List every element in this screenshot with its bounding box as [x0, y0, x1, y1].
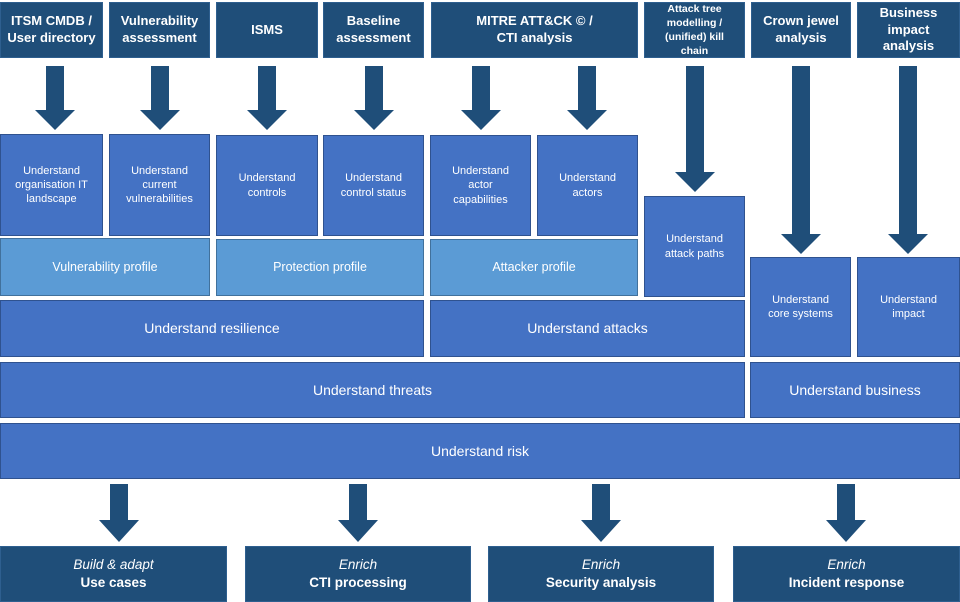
box-label: Understand risk [430, 442, 530, 459]
arrow-down-icon [99, 484, 139, 542]
understand-attack-paths: Understand attack paths [644, 196, 745, 297]
understand-impact: Understand impact [857, 257, 960, 357]
protection-profile: Protection profile [216, 239, 424, 296]
understand-attacks: Understand attacks [430, 300, 745, 357]
box-label: Understand actor capabilities [452, 165, 509, 206]
source-label: ISMS [251, 21, 283, 37]
output-label: Security analysis [545, 575, 657, 590]
understand-it-landscape: Understand organisation IT landscape [0, 134, 103, 236]
source-label: Baseline assessment [336, 13, 411, 45]
arrow-down-icon [338, 484, 378, 542]
box-label: Understand impact [880, 293, 937, 320]
source-label: MITRE ATT&CK © / CTI analysis [476, 13, 593, 45]
box-label: Understand resilience [144, 320, 280, 337]
box-label: Understand threats [312, 381, 433, 398]
arrow-down-icon [781, 66, 821, 254]
output-verb: Enrich [581, 557, 621, 573]
understand-core-systems: Understand core systems [750, 257, 851, 357]
arrow-down-icon [888, 66, 928, 254]
output-use-cases: Build & adapt Use cases [0, 546, 227, 602]
output-security-analysis: Enrich Security analysis [488, 546, 714, 602]
arrow-down-icon [140, 66, 180, 130]
box-label: Understand actors [559, 172, 616, 199]
source-label: Attack tree modelling / (unified) kill c… [665, 2, 724, 58]
source-itsm-cmdb: ITSM CMDB / User directory [0, 2, 103, 58]
output-label: CTI processing [309, 575, 407, 590]
output-verb: Build & adapt [73, 557, 154, 573]
arrow-down-icon [581, 484, 621, 542]
source-label: Business impact analysis [879, 4, 938, 54]
box-label: Understand organisation IT landscape [15, 164, 88, 206]
box-label: Understand controls [238, 172, 296, 199]
attacker-profile: Attacker profile [430, 239, 638, 296]
output-incident-response: Enrich Incident response [733, 546, 960, 602]
understand-controls: Understand controls [216, 135, 318, 236]
output-label: Use cases [80, 575, 147, 590]
output-verb: Enrich [827, 557, 866, 573]
output-label: Incident response [788, 575, 905, 590]
source-label: Vulnerability assessment [120, 13, 199, 45]
output-verb: Enrich [338, 557, 378, 573]
box-label: Understand control status [340, 172, 407, 199]
source-label: Crown jewel analysis [763, 13, 839, 45]
understand-resilience: Understand resilience [0, 300, 424, 357]
output-cti-processing: Enrich CTI processing [245, 546, 471, 602]
box-label: Understand business [789, 381, 921, 398]
understand-vulnerabilities: Understand current vulnerabilities [109, 134, 210, 236]
understand-control-status: Understand control status [323, 135, 424, 236]
understand-actor-capabilities: Understand actor capabilities [430, 135, 531, 236]
source-baseline-assessment: Baseline assessment [323, 2, 424, 58]
arrow-down-icon [461, 66, 501, 130]
understand-business: Understand business [750, 362, 960, 418]
understand-actors: Understand actors [537, 135, 638, 236]
arrow-down-icon [826, 484, 866, 542]
box-label: Vulnerability profile [52, 259, 158, 274]
source-vulnerability-assessment: Vulnerability assessment [109, 2, 210, 58]
arrow-down-icon [675, 66, 715, 192]
source-attack-tree: Attack tree modelling / (unified) kill c… [644, 2, 745, 58]
arrow-down-icon [567, 66, 607, 130]
box-label: Understand core systems [768, 293, 833, 320]
arrow-down-icon [247, 66, 287, 130]
box-label: Protection profile [273, 260, 367, 275]
understand-risk: Understand risk [0, 423, 960, 479]
vulnerability-profile: Vulnerability profile [0, 238, 210, 296]
box-label: Understand attack paths [664, 233, 725, 260]
box-label: Understand attacks [527, 320, 648, 337]
box-label: Understand current vulnerabilities [126, 164, 193, 206]
source-business-impact: Business impact analysis [857, 2, 960, 58]
source-isms: ISMS [216, 2, 318, 58]
arrow-down-icon [354, 66, 394, 130]
source-crown-jewel: Crown jewel analysis [751, 2, 851, 58]
source-mitre-attack: MITRE ATT&CK © / CTI analysis [431, 2, 638, 58]
understand-threats: Understand threats [0, 362, 745, 418]
source-label: ITSM CMDB / User directory [7, 13, 96, 45]
box-label: Attacker profile [492, 260, 576, 275]
arrow-down-icon [35, 66, 75, 130]
